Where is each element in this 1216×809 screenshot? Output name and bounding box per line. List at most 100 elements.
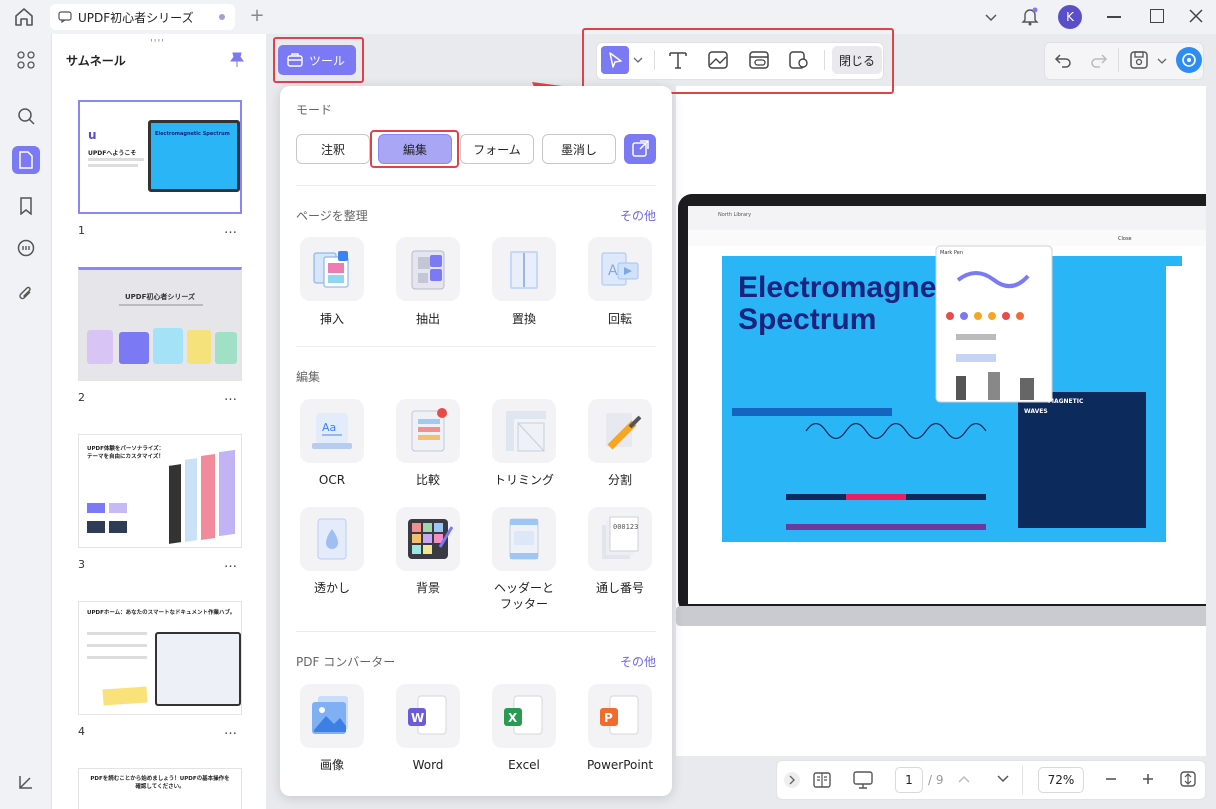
converter-more-link[interactable]: その他 — [620, 653, 656, 670]
thumbnail-panel: '''' サムネール u UPDFへようこそ Electromagnetic S… — [52, 34, 266, 809]
header-footer-icon — [509, 518, 539, 560]
apps-grid-icon[interactable] — [12, 46, 40, 74]
convert-word-button[interactable]: W — [396, 684, 460, 748]
page-thumbnail-2[interactable]: UPDF初心者シリーズ — [78, 267, 242, 381]
avatar[interactable]: K — [1058, 5, 1082, 29]
zoom-in-icon[interactable] — [1141, 772, 1155, 786]
watermark-label: 透かし — [313, 581, 350, 595]
thumb-text-line — [119, 304, 203, 306]
organize-more-link[interactable]: その他 — [620, 207, 656, 224]
undo-icon[interactable] — [1054, 51, 1072, 69]
maximize-button[interactable] — [1150, 9, 1164, 23]
svg-text:A: A — [608, 263, 618, 279]
page-number: 2 — [78, 391, 85, 404]
page-number: 1 — [78, 224, 85, 237]
thumb-card-image — [187, 330, 211, 364]
thumb-laptop-image: Electromagnetic Spectrum — [148, 120, 240, 192]
image-icon — [312, 696, 348, 734]
theme-icon[interactable] — [12, 768, 40, 796]
thumb-panel-image — [219, 449, 235, 537]
convert-excel-button[interactable]: X — [492, 684, 556, 748]
updf-logo-icon: u — [88, 128, 97, 142]
document-page[interactable]: Electromagne Spectrum Mark Pen Close Nor… — [676, 86, 1206, 756]
thumb-card-image — [215, 332, 237, 364]
convert-powerpoint-button[interactable]: P — [588, 684, 652, 748]
thumb-swatch — [87, 521, 105, 533]
replace-button[interactable] — [492, 237, 556, 301]
bookmark-icon[interactable] — [12, 192, 40, 220]
bates-number-button[interactable]: 000123 — [588, 507, 652, 571]
minimize-button[interactable] — [1107, 16, 1121, 18]
mode-annotate-button[interactable]: 注釈 — [296, 134, 370, 164]
thumb-card-image — [87, 330, 113, 364]
mode-form-button[interactable]: フォーム — [460, 134, 534, 164]
bates-number-icon: 000123 — [602, 516, 639, 559]
open-external-icon[interactable] — [624, 134, 656, 164]
thumb-panel-image — [185, 458, 197, 542]
thumb-text-line — [88, 164, 138, 167]
document-tab[interactable]: UPDF初心者シリーズ — [50, 4, 235, 30]
comment-icon — [58, 11, 72, 23]
page-more-button[interactable]: … — [224, 389, 238, 404]
page-down-icon[interactable] — [996, 773, 1010, 785]
page-thumbnail-4[interactable]: UPDFホーム：あなたのスマートなドキュメント作業ハブ。 — [78, 601, 242, 715]
watermark-icon — [317, 518, 347, 560]
magnetic-label: MAGNETIC — [1048, 398, 1084, 405]
mode-redact-button[interactable]: 墨消し — [542, 134, 616, 164]
page-thumbnail-1[interactable]: u UPDFへようこそ Electromagnetic Spectrum — [78, 100, 242, 214]
fit-page-icon[interactable] — [1179, 770, 1197, 788]
save-icon[interactable] — [1129, 50, 1149, 70]
rotate-button[interactable]: A — [588, 237, 652, 301]
new-tab-button[interactable]: + — [248, 6, 266, 26]
extract-button[interactable] — [396, 237, 460, 301]
doc-title-line2: Spectrum — [738, 303, 877, 336]
thumb-text-line — [87, 632, 147, 635]
thumbnails-icon[interactable] — [12, 146, 40, 174]
ocr-button[interactable]: Aa — [300, 399, 364, 463]
watermark-button[interactable] — [300, 507, 364, 571]
attachment-icon[interactable] — [12, 280, 40, 308]
page-more-button[interactable]: … — [224, 723, 238, 738]
page-thumbnail-3[interactable]: UPDF体験をパーソナライズ：テーマを自由にカスタマイズ！ — [78, 434, 242, 548]
presentation-icon[interactable] — [852, 770, 874, 790]
drag-handle[interactable]: '''' — [150, 38, 165, 49]
close-window-button[interactable] — [1188, 8, 1204, 24]
page-thumbnail-5[interactable]: PDFを読むことから始めましょう！UPDFの基本操作を確認してください。 — [78, 768, 242, 809]
header-footer-button[interactable] — [492, 507, 556, 571]
popup-title: Mark Pen — [940, 250, 964, 256]
redo-icon[interactable] — [1090, 51, 1108, 69]
convert-image-label: 画像 — [319, 758, 344, 772]
ai-assistant-icon[interactable] — [1176, 47, 1202, 73]
svg-text:X: X — [508, 711, 518, 725]
pin-icon[interactable] — [230, 52, 244, 68]
thumb-heading: PDFを読むことから始めましょう！UPDFの基本操作を確認してください。 — [90, 776, 230, 790]
page-more-button[interactable]: … — [224, 222, 238, 237]
split-button[interactable] — [588, 399, 652, 463]
page-view-icon[interactable] — [812, 770, 832, 790]
insert-button[interactable] — [300, 237, 364, 301]
page-more-button[interactable]: … — [224, 556, 238, 571]
chevron-down-icon[interactable] — [1157, 57, 1167, 65]
split-icon — [606, 413, 642, 450]
compare-button[interactable] — [396, 399, 460, 463]
convert-image-button[interactable] — [300, 684, 364, 748]
zoom-input[interactable]: 72% — [1038, 767, 1084, 793]
notification-bell-icon[interactable] — [1021, 6, 1039, 26]
highlight-frame-edit — [370, 130, 459, 168]
collapse-arrow-icon[interactable] — [784, 772, 800, 788]
zoom-out-icon[interactable] — [1104, 772, 1118, 786]
page-number-input[interactable]: 1 — [895, 767, 923, 793]
crop-button[interactable] — [492, 399, 556, 463]
chevron-down-icon[interactable] — [984, 10, 998, 24]
background-label: 背景 — [415, 581, 440, 595]
powerpoint-icon: P — [600, 695, 639, 735]
laptop-image — [676, 194, 1206, 626]
page-up-icon[interactable] — [957, 773, 971, 785]
tab-title: UPDF初心者シリーズ — [78, 10, 194, 25]
comments-icon[interactable] — [12, 234, 40, 262]
search-icon[interactable] — [12, 102, 40, 130]
thumb-card-image — [153, 328, 183, 364]
background-button[interactable] — [396, 507, 460, 571]
home-icon[interactable] — [12, 6, 36, 28]
thumb-sticky-note — [102, 686, 148, 706]
